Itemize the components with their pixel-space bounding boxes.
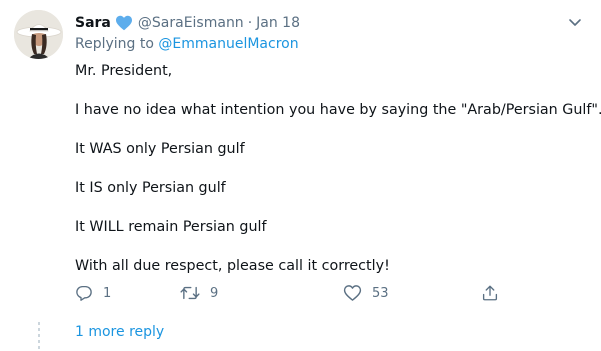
author-name[interactable]: Sara [75, 15, 111, 31]
reply-icon [76, 285, 92, 301]
tweet-paragraph: It WAS only Persian gulf [75, 141, 245, 157]
tweet-paragraph: It WILL remain Persian gulf [75, 219, 267, 235]
share-button[interactable] [481, 284, 499, 302]
more-replies-link[interactable]: 1 more reply [75, 324, 164, 340]
tweet-header: Sara @SaraEismann · Jan 18 [75, 13, 300, 33]
separator-dot: · [247, 15, 253, 31]
tweet-paragraph: I have no idea what intention you have b… [75, 102, 601, 118]
tweet-paragraph: It IS only Persian gulf [75, 180, 226, 196]
like-count: 53 [372, 285, 389, 301]
retweet-icon [180, 286, 200, 300]
blue-heart-icon [115, 15, 132, 31]
tweet-date[interactable]: Jan 18 [256, 15, 300, 31]
avatar[interactable] [14, 10, 63, 59]
tweet-paragraph: With all due respect, please call it cor… [75, 258, 390, 274]
retweet-count: 9 [210, 285, 219, 301]
thread-connector [38, 322, 40, 351]
share-icon [482, 285, 498, 301]
replying-prefix: Replying to [75, 36, 159, 52]
author-handle[interactable]: @SaraEismann [138, 15, 244, 31]
tweet-body: Mr. President, I have no idea what inten… [75, 61, 601, 295]
tweet[interactable]: Sara @SaraEismann · Jan 18 Replying to @… [0, 0, 601, 351]
reply-button[interactable]: 1 [75, 284, 111, 302]
retweet-button[interactable]: 9 [180, 284, 218, 302]
replying-to-link[interactable]: @EmmanuelMacron [158, 36, 298, 52]
reply-count: 1 [103, 285, 112, 301]
replying-to-line: Replying to @EmmanuelMacron [75, 36, 299, 52]
heart-icon [343, 285, 362, 301]
chevron-down-icon[interactable] [567, 14, 583, 30]
like-button[interactable]: 53 [343, 284, 389, 302]
tweet-actions: 1 9 53 [75, 284, 505, 306]
tweet-paragraph: Mr. President, [75, 63, 173, 79]
